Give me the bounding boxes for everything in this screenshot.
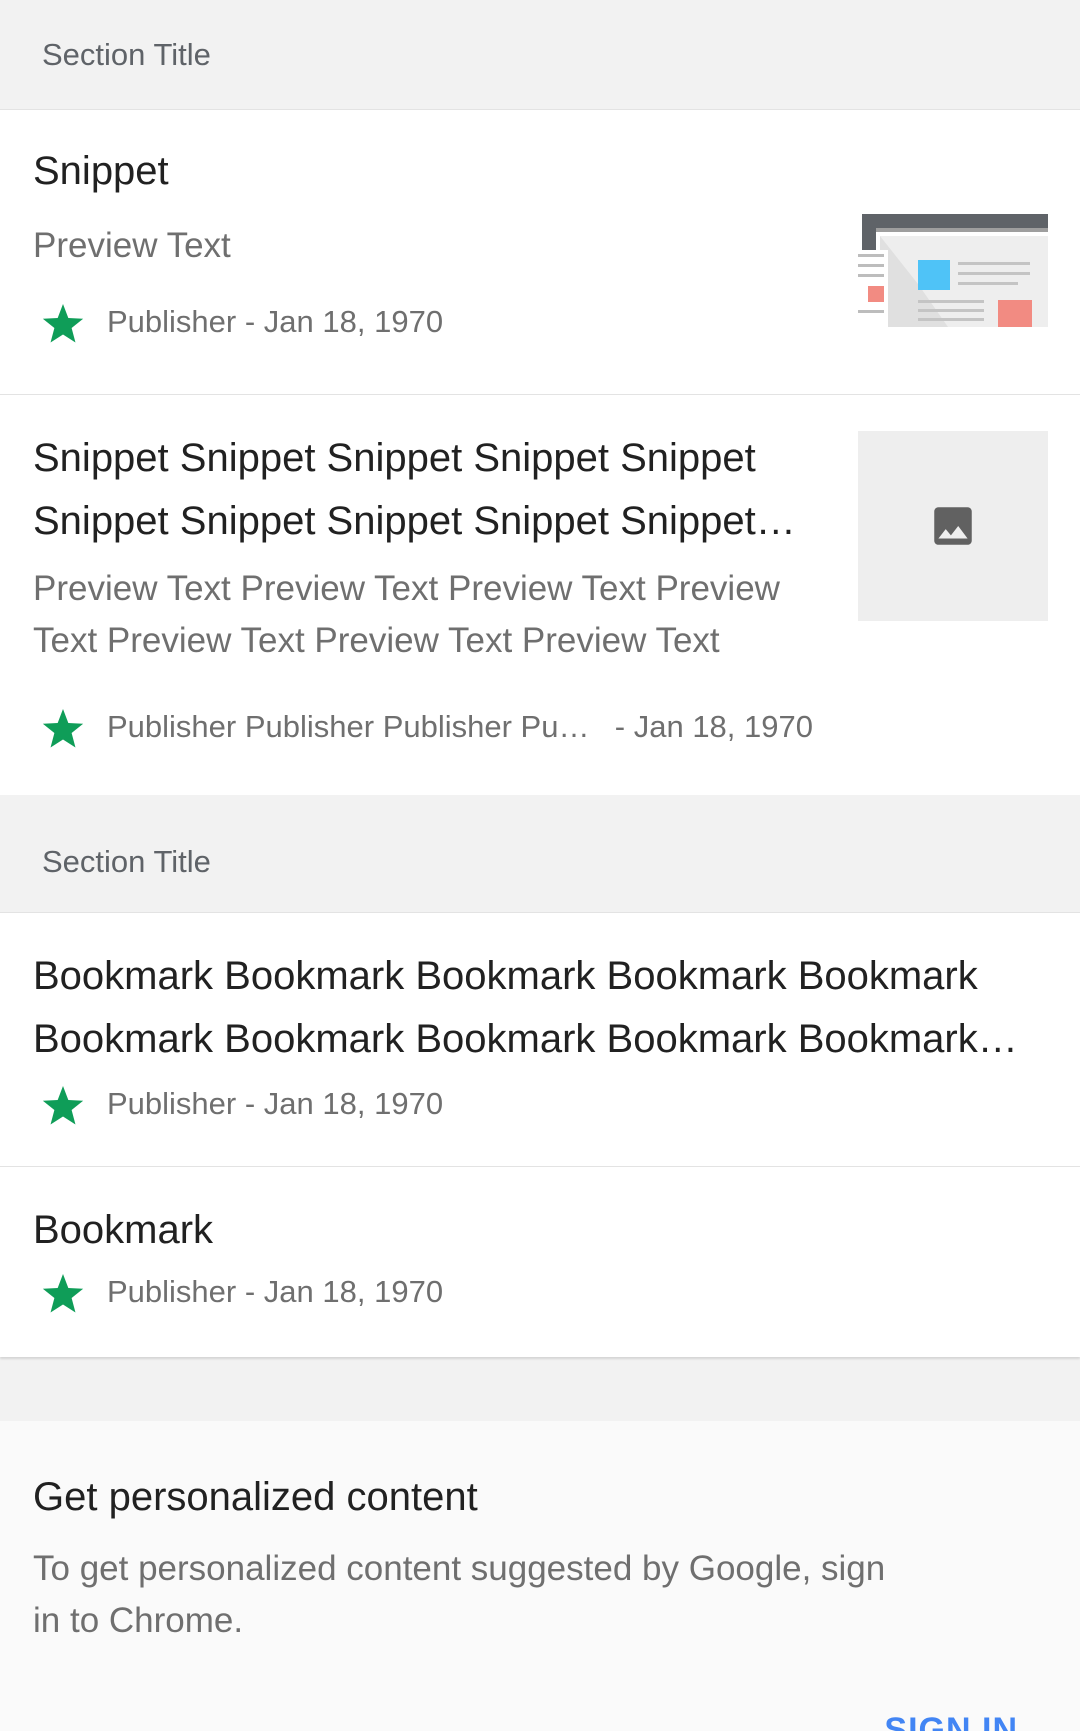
image-icon <box>934 507 972 545</box>
bookmark-card[interactable]: Bookmark Bookmark Bookmark Bookmark Book… <box>0 913 1080 1166</box>
star-icon <box>42 1086 84 1125</box>
article-illustration <box>858 214 1048 327</box>
card-text: Bookmark Bookmark Bookmark Bookmark Book… <box>33 945 1033 1126</box>
card-meta: Publisher - Jan 18, 1970 <box>33 1082 1033 1126</box>
card-meta: Publisher - Jan 18, 1970 <box>33 1270 1047 1314</box>
signin-promo-card: Get personalized content To get personal… <box>0 1421 1080 1731</box>
card-preview: Preview Text <box>33 226 231 265</box>
article-thumbnail <box>858 214 1048 327</box>
card-title: Bookmark <box>33 1208 214 1252</box>
publisher-name: Publisher <box>107 1274 237 1309</box>
card-text: Bookmark Publisher - Jan 18, 1970 <box>33 1199 1047 1314</box>
section-header: Section Title <box>0 0 1080 110</box>
section-cards: Bookmark Bookmark Bookmark Bookmark Book… <box>0 913 1080 1357</box>
sign-in-button[interactable]: SIGN IN <box>884 1711 1018 1731</box>
publish-date: - Jan 18, 1970 <box>244 1086 444 1121</box>
thumbnail-placeholder <box>858 431 1048 621</box>
section-title: Section Title <box>42 36 211 72</box>
section-title: Section Title <box>42 843 211 879</box>
card-meta: Publisher Publisher Publisher Publisher … <box>33 705 813 749</box>
card-text: Snippet Preview Text Publisher - Jan 18,… <box>33 146 813 344</box>
card-title: Snippet <box>33 149 169 193</box>
publisher-name: Publisher <box>107 1086 237 1121</box>
card-meta: Publisher - Jan 18, 1970 <box>33 300 813 344</box>
signin-description: To get personalized content suggested by… <box>33 1549 886 1640</box>
section-cards: Snippet Preview Text Publisher - Jan 18,… <box>0 110 1080 795</box>
signin-title: Get personalized content <box>33 1475 478 1519</box>
star-icon <box>42 1274 84 1313</box>
card-title: Snippet Snippet Snippet Snippet Snippet … <box>33 436 756 543</box>
snippet-card[interactable]: Snippet Snippet Snippet Snippet Snippet … <box>0 394 1080 795</box>
publisher-name: Publisher Publisher Publisher Publisher <box>107 709 594 744</box>
card-preview: Preview Text Preview Text Preview Text P… <box>33 569 780 660</box>
publish-date: - Jan 18, 1970 <box>606 709 813 744</box>
publish-date: - Jan 18, 1970 <box>244 1274 444 1309</box>
star-icon <box>42 709 84 748</box>
card-text: Snippet Snippet Snippet Snippet Snippet … <box>33 427 813 749</box>
snippet-card[interactable]: Snippet Preview Text Publisher - Jan 18,… <box>0 110 1080 394</box>
card-title: Bookmark Bookmark Bookmark Bookmark Book… <box>33 954 978 1061</box>
bookmark-card[interactable]: Bookmark Publisher - Jan 18, 1970 <box>0 1166 1080 1357</box>
star-icon <box>42 304 84 343</box>
section-header: Section Title <box>0 795 1080 913</box>
publish-date: - Jan 18, 1970 <box>244 304 444 339</box>
publisher-name: Publisher <box>107 304 237 339</box>
